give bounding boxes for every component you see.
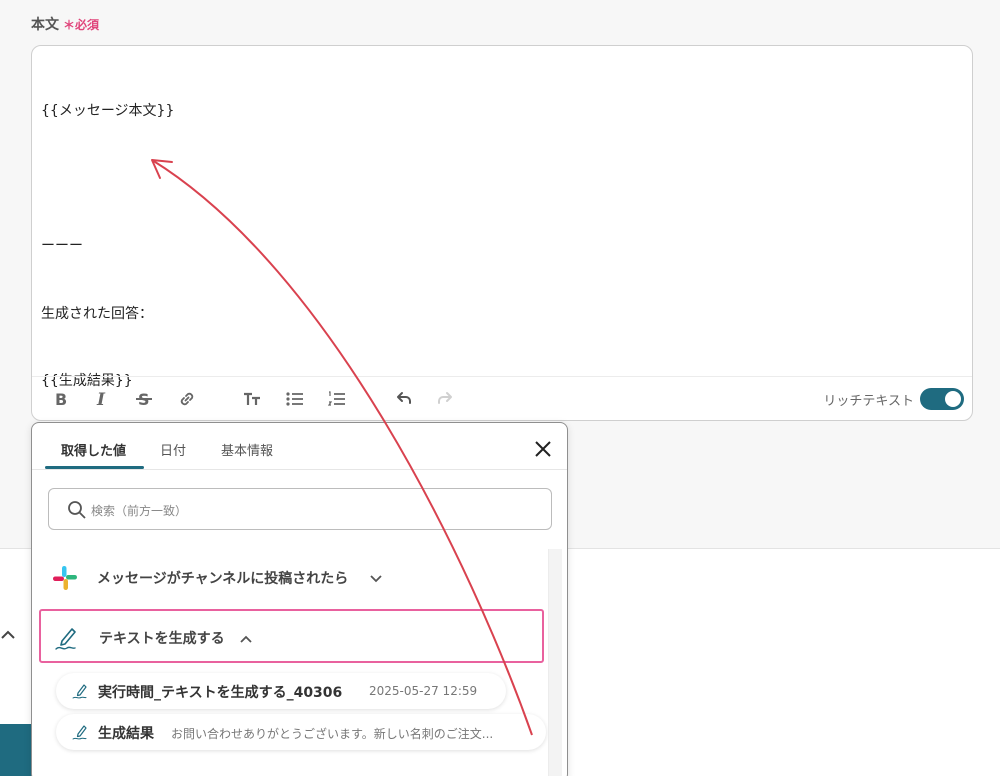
body-editor[interactable]: {{メッセージ本文}} ​ ーーー 生成された回答： {{生成結果}} B I …: [31, 45, 973, 421]
search-placeholder: 検索（前方一致）: [91, 504, 188, 518]
required-mark: ＊必須: [63, 17, 100, 32]
editor-line: 生成された回答：: [41, 305, 153, 322]
editor-toolbar: B I S リッチテキスト: [32, 376, 972, 420]
group-slack-trigger[interactable]: メッセージがチャンネルに投稿されたら: [39, 551, 544, 605]
field-label-text: 本文: [31, 17, 59, 33]
collapse-chevron-icon[interactable]: [0, 626, 16, 644]
editor-line: ​: [41, 168, 174, 191]
chevron-down-icon: [370, 575, 382, 583]
scrollbar[interactable]: [548, 549, 562, 776]
text-size-icon[interactable]: [241, 388, 263, 410]
search-input[interactable]: 検索（前方一致）: [48, 488, 552, 530]
group-generate-text[interactable]: テキストを生成する: [39, 609, 544, 663]
undo-icon[interactable]: [392, 388, 414, 410]
item-value: 2025-05-27 12:59: [369, 684, 478, 698]
tab-basic-info[interactable]: 基本情報: [221, 440, 273, 459]
panel-tabs: 取得した値 日付 基本情報: [32, 423, 567, 470]
group-label: メッセージがチャンネルに投稿されたら: [97, 571, 349, 587]
rich-text-toggle[interactable]: [920, 388, 964, 410]
editor-line: {{メッセージ本文}}: [41, 103, 175, 119]
active-tab-indicator: [45, 466, 144, 469]
italic-icon[interactable]: I: [91, 388, 113, 410]
pen-icon: [55, 628, 76, 650]
toggle-knob: [945, 391, 961, 407]
value-picker-panel: 取得した値 日付 基本情報 検索（前方一致） メッセージがチャンネルに投稿された…: [31, 422, 568, 776]
pen-icon: [72, 725, 87, 740]
svg-text:I: I: [96, 390, 106, 409]
tab-date[interactable]: 日付: [160, 440, 186, 459]
primary-button-edge[interactable]: [0, 724, 32, 776]
group-label: テキストを生成する: [99, 631, 225, 647]
rich-text-label: リッチテキスト: [823, 394, 914, 409]
chevron-up-icon: [240, 635, 252, 643]
field-label: 本文 ＊必須: [31, 14, 99, 34]
close-icon[interactable]: [532, 438, 554, 460]
pen-icon: [72, 684, 87, 699]
value-list: メッセージがチャンネルに投稿されたら テキストを生成する 実行時間_テキストを生…: [32, 549, 548, 776]
redo-icon[interactable]: [435, 388, 457, 410]
strikethrough-icon[interactable]: S: [133, 388, 155, 410]
svg-text:B: B: [55, 390, 67, 409]
editor-line: ーーー: [41, 238, 83, 254]
numbered-list-icon[interactable]: [326, 388, 348, 410]
link-icon[interactable]: [176, 388, 198, 410]
item-value: お問い合わせありがとうございます。新しい名刺のご注文...: [171, 727, 494, 741]
item-label: 生成結果: [98, 726, 154, 742]
item-label: 実行時間_テキストを生成する_40306: [98, 685, 343, 701]
list-item-execution-time[interactable]: 実行時間_テキストを生成する_40306 2025-05-27 12:59: [56, 673, 506, 709]
bold-icon[interactable]: B: [50, 388, 72, 410]
search-icon: [68, 501, 86, 519]
bullet-list-icon[interactable]: [284, 388, 306, 410]
slack-icon: [53, 566, 77, 590]
list-item-generated-result[interactable]: 生成結果 お問い合わせありがとうございます。新しい名刺のご注文...: [56, 714, 546, 750]
tab-acquired-values[interactable]: 取得した値: [61, 440, 126, 459]
